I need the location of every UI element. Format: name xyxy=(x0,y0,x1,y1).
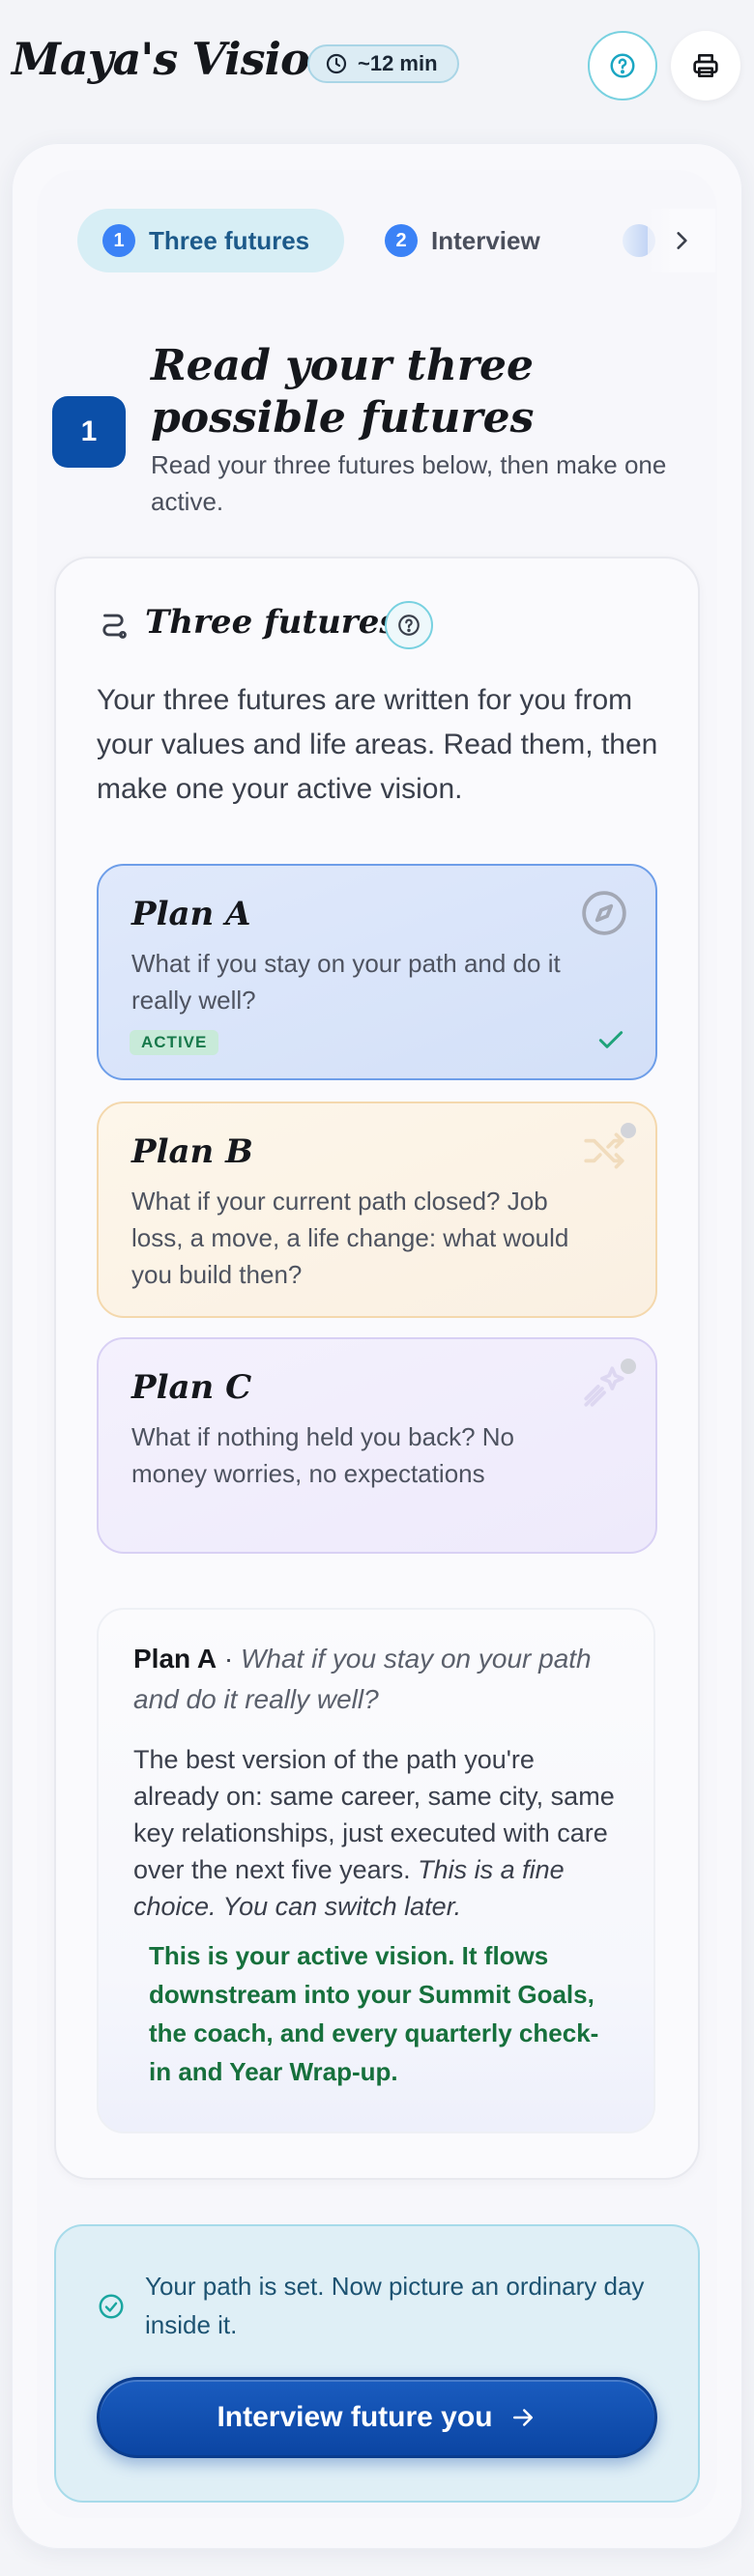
check-circle-icon xyxy=(99,2294,124,2319)
plan-description: What if nothing held you back? No money … xyxy=(131,1422,515,1488)
plan-title: Plan C xyxy=(131,1368,252,1407)
selection-indicator xyxy=(621,1123,636,1138)
plan-b-option[interactable]: Plan B What if your current path closed?… xyxy=(97,1102,657,1318)
print-button[interactable] xyxy=(671,31,740,100)
route-icon xyxy=(102,614,127,639)
active-plan-detail: Plan A · What if you stay on your path a… xyxy=(97,1608,655,2133)
active-note-prefix: This is your xyxy=(149,1941,298,1970)
step-tab-three-futures[interactable]: 1 Three futures xyxy=(77,209,344,272)
help-button[interactable] xyxy=(588,31,657,100)
plan-description: What if you stay on your path and do it … xyxy=(131,949,561,1015)
card-intro-text: Your three futures are written for you f… xyxy=(97,684,658,805)
time-estimate-badge: ~12 min xyxy=(307,44,459,83)
section-number-badge: 1 xyxy=(52,396,126,468)
step-tab-interview[interactable]: 2 Interview xyxy=(385,209,540,272)
section-title: Read your three possible futures xyxy=(151,341,535,443)
plan-title: Plan B xyxy=(131,1132,253,1171)
compass-icon xyxy=(582,891,626,935)
question-circle-icon xyxy=(610,53,635,78)
stepper-scroll-right-button[interactable] xyxy=(648,209,715,272)
card-title: Three futures xyxy=(145,603,398,642)
clock-icon xyxy=(326,53,347,74)
plan-title: Plan A xyxy=(131,895,251,933)
plan-c-option[interactable]: Plan C What if nothing held you back? No… xyxy=(97,1337,657,1554)
selection-indicator xyxy=(621,1359,636,1374)
time-estimate-text: ~12 min xyxy=(358,51,438,75)
cta-label: Interview future you xyxy=(217,2401,493,2433)
step-label: Three futures xyxy=(149,225,310,255)
step-number: 2 xyxy=(385,224,418,257)
question-circle-icon xyxy=(398,615,420,636)
detail-separator: · xyxy=(217,1644,241,1674)
section-subtitle: Read your three futures below, then make… xyxy=(151,450,667,516)
active-note-strong: active vision xyxy=(297,1941,449,1970)
active-vision-note: This is your active vision. It flows dow… xyxy=(133,1936,619,2091)
check-icon xyxy=(598,1031,624,1048)
path-set-message: Your path is set. Now picture an ordinar… xyxy=(145,2272,645,2339)
app-title: Maya's Vision xyxy=(12,33,341,85)
detail-body: The best version of the path you're alre… xyxy=(133,1741,619,1925)
plan-a-option[interactable]: Plan A What if you stay on your path and… xyxy=(97,864,657,1080)
arrow-right-icon xyxy=(512,2409,533,2426)
plan-description: What if your current path closed? Job lo… xyxy=(131,1187,569,1289)
detail-heading: Plan A · What if you stay on your path a… xyxy=(133,1639,619,1720)
active-badge: ACTIVE xyxy=(130,1030,219,1055)
card-help-button[interactable] xyxy=(385,601,433,649)
chevron-right-icon xyxy=(677,232,687,249)
interview-future-you-button[interactable]: Interview future you xyxy=(97,2377,657,2458)
step-navigation: 1 Three futures 2 Interview xyxy=(77,209,715,272)
step-label: Interview xyxy=(431,225,540,255)
app-header: Maya's Vision ~12 min xyxy=(0,0,754,135)
printer-icon xyxy=(693,54,718,77)
detail-plan-name: Plan A xyxy=(133,1644,218,1674)
step-number: 1 xyxy=(102,224,135,257)
